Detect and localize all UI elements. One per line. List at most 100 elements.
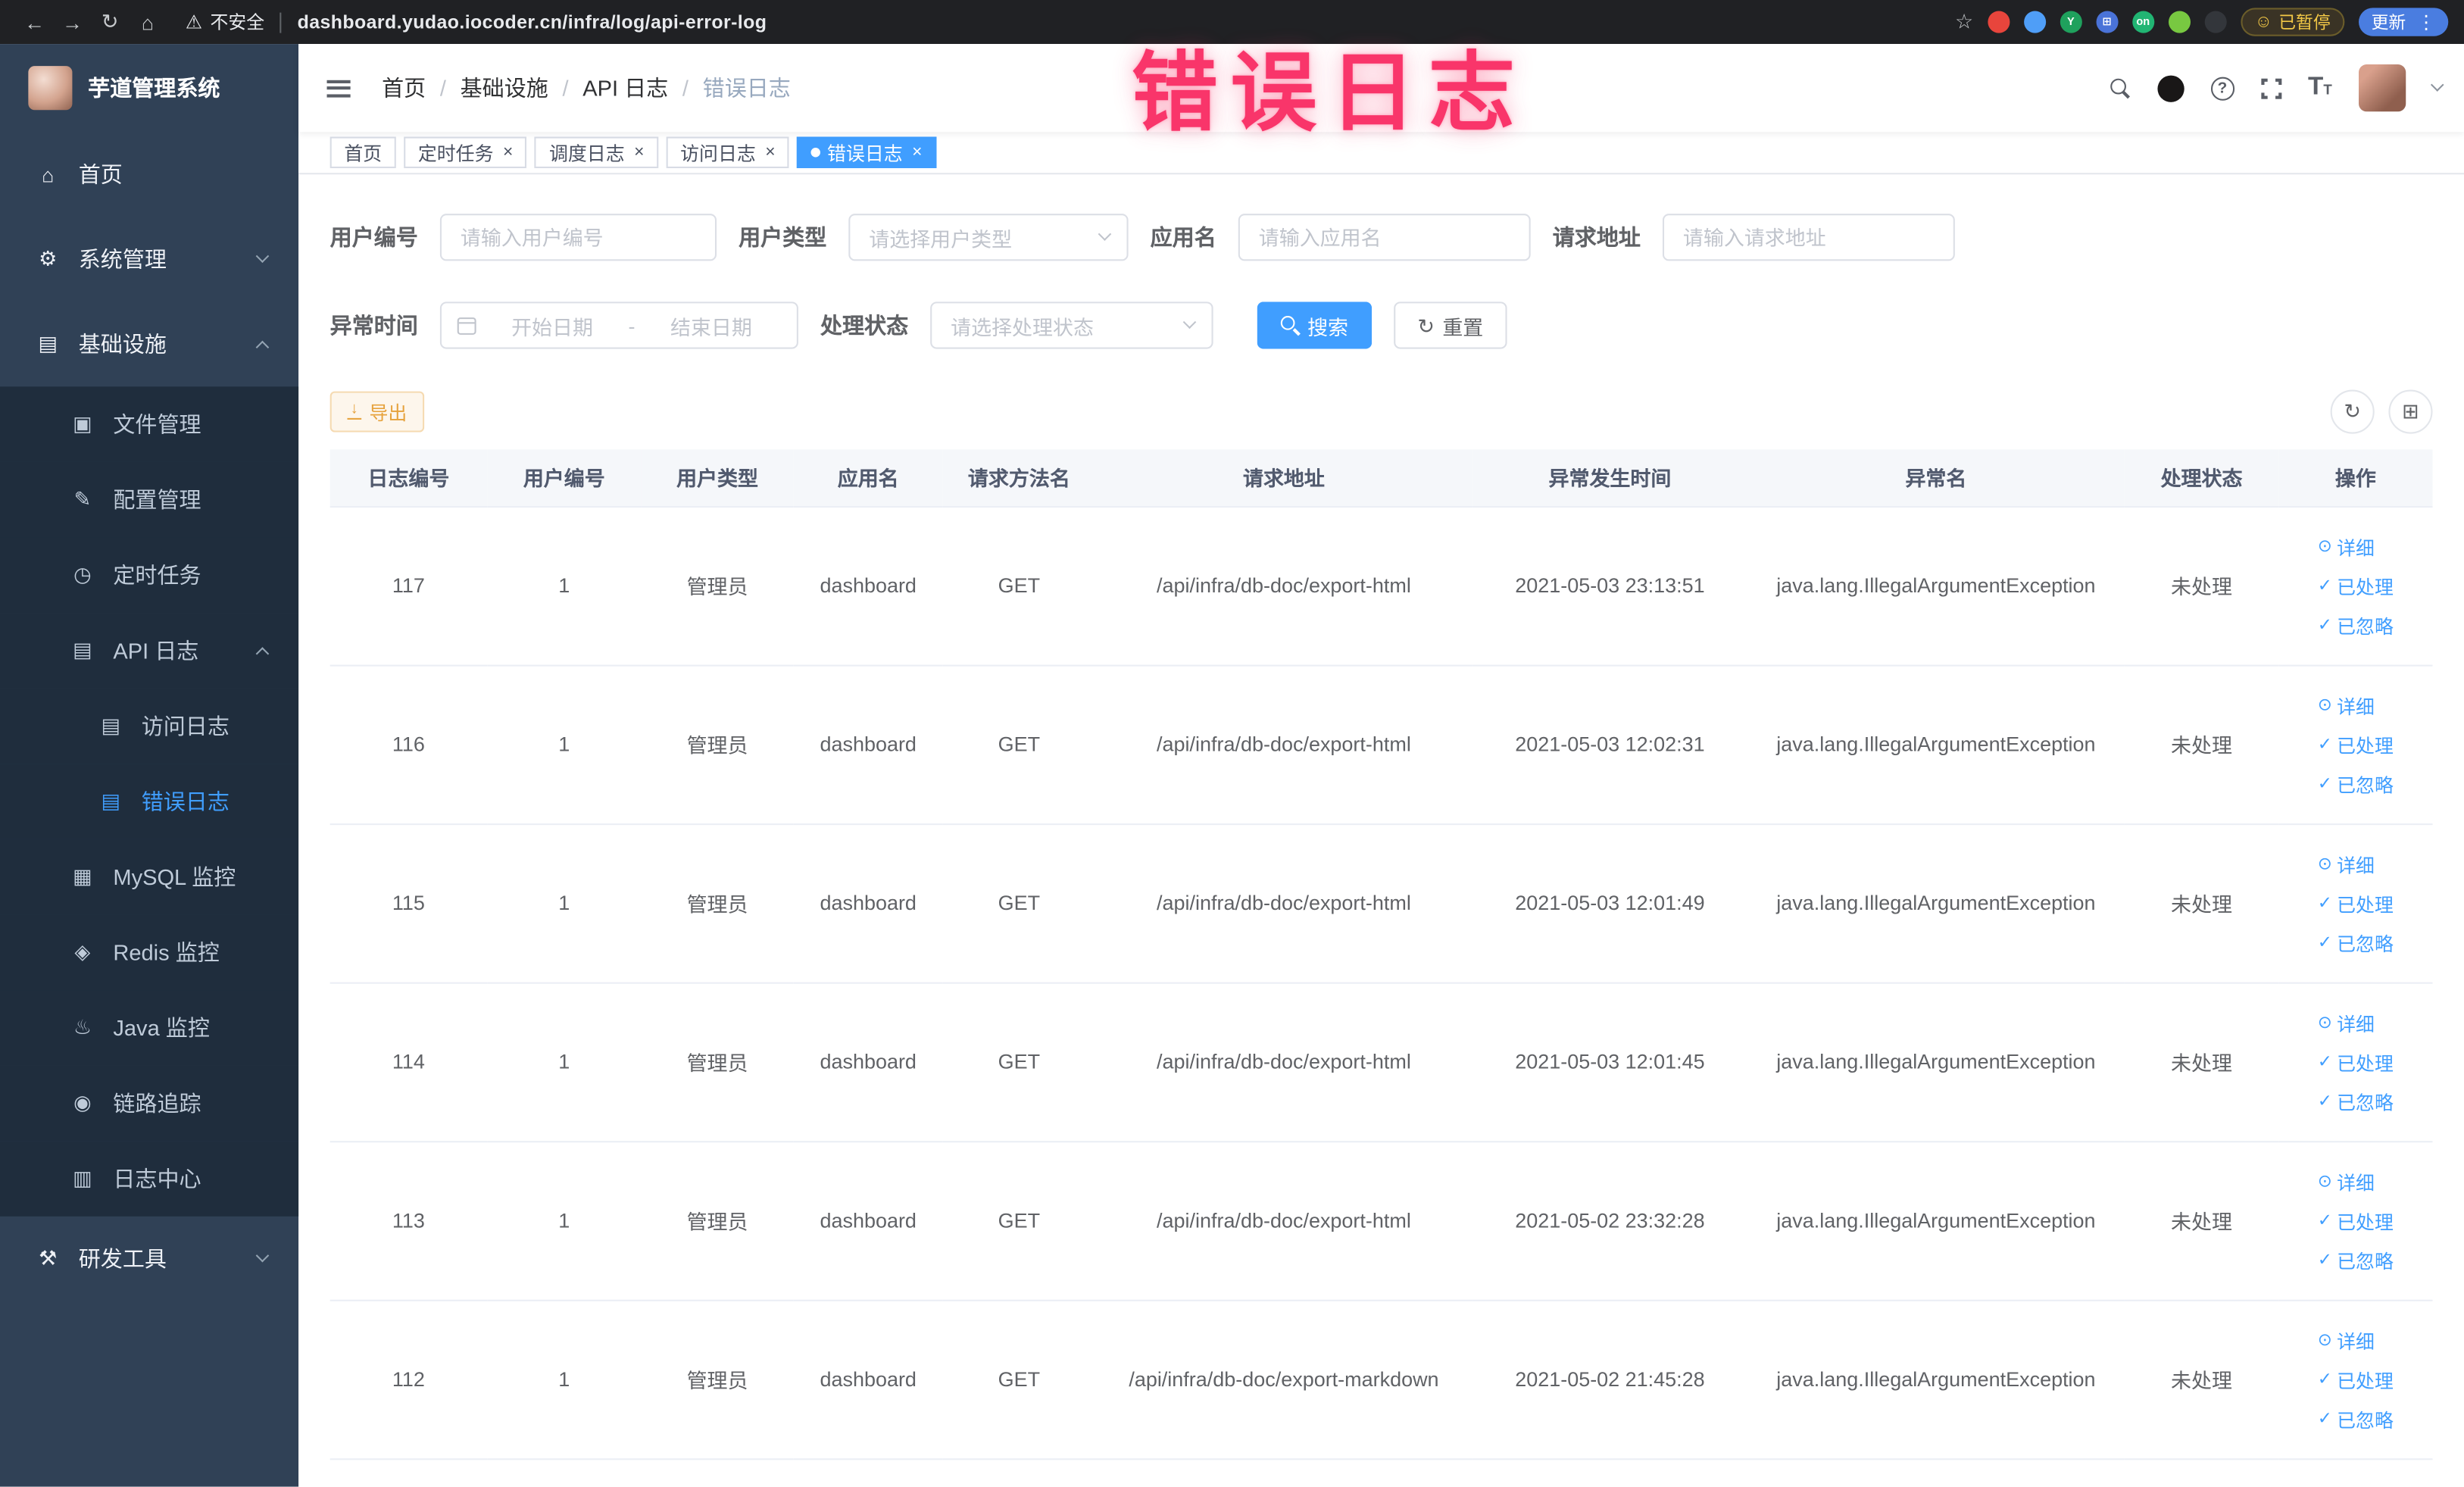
extension-blue-drop-icon[interactable] bbox=[2023, 11, 2046, 33]
action-processed-link[interactable]: ✓ 已处理 bbox=[2318, 732, 2394, 758]
sidebar-item-label: 链路追踪 bbox=[113, 1090, 201, 1116]
active-tab-dot bbox=[811, 148, 821, 158]
extension-green-circle-icon[interactable]: Y bbox=[2060, 11, 2082, 33]
tab-错误日志[interactable]: 错误日志 × bbox=[797, 136, 937, 168]
date-range-picker[interactable]: 开始日期 - 结束日期 bbox=[439, 301, 798, 349]
filter-app-name: 应用名 bbox=[1151, 214, 1531, 261]
breadcrumb-item[interactable]: 基础设施 bbox=[461, 72, 548, 103]
extension-leaf-icon[interactable] bbox=[2168, 11, 2191, 33]
close-icon[interactable]: × bbox=[912, 143, 922, 162]
action-processed-link[interactable]: ✓ 已处理 bbox=[2318, 1207, 2394, 1234]
cell-exception: java.lang.IllegalArgumentException bbox=[1747, 823, 2125, 983]
sidebar-item-infrastructure[interactable]: ▤ 基础设施 bbox=[0, 301, 298, 386]
action-processed-link[interactable]: ✓ 已处理 bbox=[2318, 890, 2394, 917]
action-detail-link[interactable]: ⊙ 详细 bbox=[2318, 1327, 2375, 1354]
bookmark-star-icon[interactable]: ☆ bbox=[1955, 9, 1973, 34]
action-ignored-link[interactable]: ✓ 已忽略 bbox=[2318, 771, 2394, 798]
sidebar-item-error-log[interactable]: ▤ 错误日志 bbox=[0, 764, 299, 839]
cell-app: dashboard bbox=[793, 1141, 943, 1301]
column-header: 用户编号 bbox=[487, 449, 642, 508]
sidebar-item-mysql-monitor[interactable]: ▦ MySQL 监控 bbox=[0, 839, 299, 915]
sidebar-item-redis-monitor[interactable]: ◈ Redis 监控 bbox=[0, 914, 299, 991]
breadcrumb-item[interactable]: API 日志 bbox=[582, 72, 668, 103]
user-avatar[interactable] bbox=[2359, 64, 2406, 112]
cell-id: 112 bbox=[329, 1299, 488, 1460]
action-processed-link[interactable]: ✓ 已处理 bbox=[2318, 1049, 2394, 1076]
sidebar-item-java-monitor[interactable]: ♨ Java 监控 bbox=[0, 990, 299, 1066]
action-processed-link[interactable]: ✓ 已处理 bbox=[2318, 573, 2394, 599]
tab-定时任务[interactable]: 定时任务 × bbox=[404, 136, 527, 168]
cell-exception: java.lang.IllegalArgumentException bbox=[1747, 1299, 2125, 1460]
sidebar-item-home[interactable]: ⌂ 首页 bbox=[0, 132, 298, 217]
sidebar-item-api-log[interactable]: ▤ API 日志 bbox=[0, 613, 299, 689]
url-bar[interactable]: dashboard.yudao.iocoder.cn/infra/log/api… bbox=[298, 11, 767, 33]
request-url-input[interactable] bbox=[1662, 214, 1955, 261]
back-icon[interactable]: ← bbox=[16, 10, 54, 33]
extension-blue-grid-icon[interactable]: ⊞ bbox=[2096, 11, 2119, 33]
browser-update-button[interactable]: 更新 ⋮ bbox=[2359, 8, 2449, 36]
github-icon[interactable] bbox=[2156, 74, 2184, 102]
sidebar-item-system[interactable]: ⚙ 系统管理 bbox=[0, 217, 298, 301]
extension-on-switch-icon[interactable]: on bbox=[2131, 11, 2154, 33]
tab-首页[interactable]: 首页 bbox=[329, 136, 396, 168]
user-id-input[interactable] bbox=[439, 214, 717, 261]
cell-url: /api/infra/db-doc/export-html bbox=[1095, 506, 1472, 666]
forward-icon[interactable]: → bbox=[54, 10, 92, 33]
not-secure-label[interactable]: 不安全 bbox=[211, 9, 265, 34]
app-logo[interactable]: 芋道管理系统 bbox=[0, 44, 298, 132]
chevron-down-icon[interactable] bbox=[2430, 78, 2444, 92]
process-status-select[interactable]: 请选择处理状态 bbox=[930, 301, 1213, 349]
user-type-select[interactable]: 请选择用户类型 bbox=[848, 214, 1129, 261]
action-ignored-link[interactable]: ✓ 已忽略 bbox=[2318, 1247, 2394, 1273]
action-ignored-link[interactable]: ✓ 已忽略 bbox=[2318, 1406, 2394, 1432]
extension-red-circle-icon[interactable] bbox=[1987, 11, 2010, 33]
action-detail-link[interactable]: ⊙ 详细 bbox=[2318, 533, 2375, 560]
column-settings-button[interactable]: ⊞ bbox=[2388, 389, 2433, 434]
refresh-table-button[interactable]: ↻ bbox=[2330, 389, 2375, 434]
sidebar-item-dev-tools[interactable]: ⚒ 研发工具 bbox=[0, 1217, 298, 1301]
action-detail-link[interactable]: ⊙ 详细 bbox=[2318, 851, 2375, 877]
tab-访问日志[interactable]: 访问日志 × bbox=[666, 136, 790, 168]
action-detail-link[interactable]: ⊙ 详细 bbox=[2318, 1168, 2375, 1195]
cell-user_type: 管理员 bbox=[641, 1299, 794, 1460]
sidebar-item-file-manage[interactable]: ▣ 文件管理 bbox=[0, 386, 299, 462]
fullscreen-icon[interactable] bbox=[2259, 76, 2283, 100]
home-icon[interactable]: ⌂ bbox=[129, 10, 167, 33]
action-label: 已处理 bbox=[2337, 1211, 2394, 1233]
search-button[interactable]: 搜索 bbox=[1257, 301, 1373, 349]
tab-调度日志[interactable]: 调度日志 × bbox=[535, 136, 659, 168]
column-header: 应用名 bbox=[793, 449, 943, 508]
mysql-icon: ▦ bbox=[73, 864, 92, 889]
app-title: 芋道管理系统 bbox=[88, 75, 220, 101]
reset-button[interactable]: ↻ 重置 bbox=[1394, 301, 1507, 349]
close-icon[interactable]: × bbox=[634, 143, 644, 162]
cell-status: 未处理 bbox=[2124, 1141, 2279, 1301]
sidebar-item-scheduled-jobs[interactable]: ◷ 定时任务 bbox=[0, 537, 299, 614]
java-icon: ♨ bbox=[73, 1015, 92, 1039]
action-detail-link[interactable]: ⊙ 详细 bbox=[2318, 1010, 2375, 1036]
action-ignored-link[interactable]: ✓ 已忽略 bbox=[2318, 929, 2394, 956]
search-icon[interactable] bbox=[2110, 77, 2131, 98]
action-ignored-link[interactable]: ✓ 已忽略 bbox=[2318, 612, 2394, 639]
cell-exception: java.lang.IllegalArgumentException bbox=[1747, 982, 2125, 1142]
sidebar-item-link-trace[interactable]: ◉ 链路追踪 bbox=[0, 1065, 299, 1142]
sidebar-item-config-manage[interactable]: ✎ 配置管理 bbox=[0, 461, 299, 538]
font-size-icon[interactable]: T bbox=[2308, 75, 2332, 101]
browser-menu-icon[interactable]: ⋮ bbox=[2417, 11, 2436, 33]
reload-icon[interactable]: ↻ bbox=[91, 9, 129, 34]
sidebar-item-log-center[interactable]: ▥ 日志中心 bbox=[0, 1141, 299, 1217]
close-icon[interactable]: × bbox=[765, 143, 775, 162]
extension-paw-icon[interactable] bbox=[2204, 11, 2227, 33]
help-icon[interactable]: ? bbox=[2210, 76, 2234, 100]
sidebar-item-access-log[interactable]: ▤ 访问日志 bbox=[0, 688, 299, 764]
close-icon[interactable]: × bbox=[503, 143, 513, 162]
user-id-label: 用户编号 bbox=[329, 224, 418, 250]
app-name-input[interactable] bbox=[1238, 214, 1531, 261]
hamburger-icon[interactable] bbox=[326, 79, 351, 97]
export-button[interactable]: ↓ 导出 bbox=[329, 391, 425, 433]
paused-extension-badge[interactable]: ☺ 已暂停 bbox=[2240, 8, 2345, 36]
action-processed-link[interactable]: ✓ 已处理 bbox=[2318, 1367, 2394, 1393]
action-ignored-link[interactable]: ✓ 已忽略 bbox=[2318, 1089, 2394, 1115]
breadcrumb-item[interactable]: 首页 bbox=[382, 72, 426, 103]
action-detail-link[interactable]: ⊙ 详细 bbox=[2318, 692, 2375, 719]
